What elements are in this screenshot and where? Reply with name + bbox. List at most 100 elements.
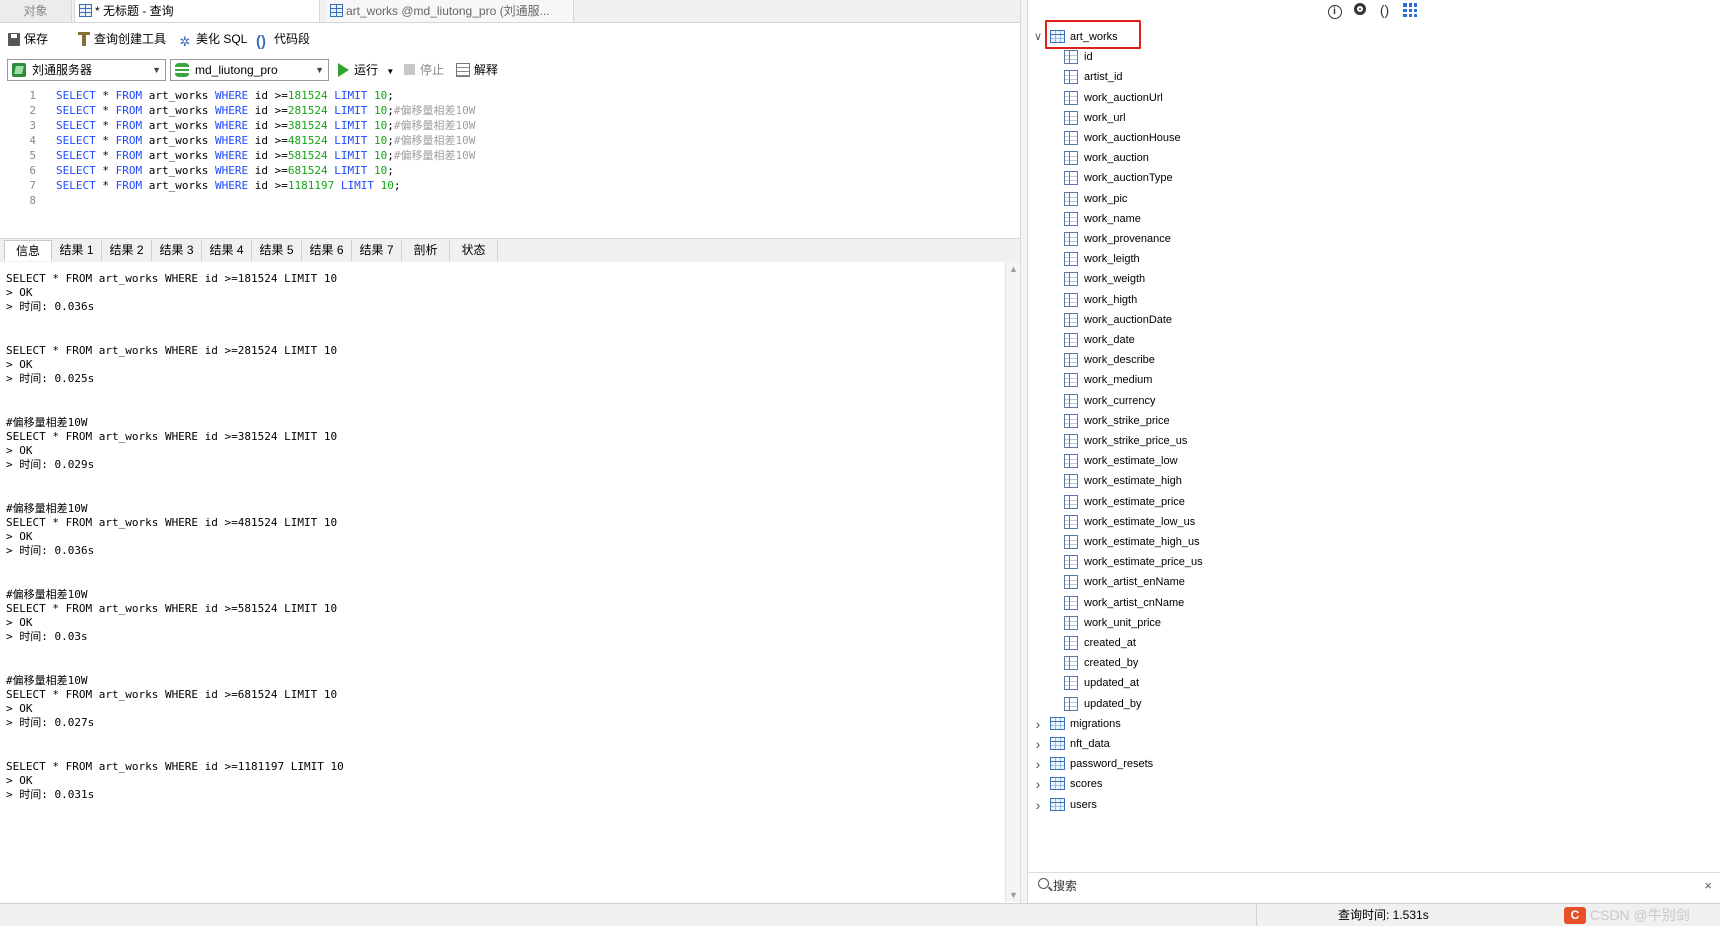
table-name: migrations [1070, 717, 1121, 730]
scroll-down-icon[interactable]: ▼ [1009, 890, 1018, 900]
tree-column-item[interactable]: work_medium [1028, 370, 1708, 390]
tree-table-item[interactable]: › users [1028, 795, 1708, 815]
tree-column-item[interactable]: updated_by [1028, 694, 1708, 714]
log-scrollbar[interactable]: ▲ ▼ [1005, 262, 1020, 902]
tree-column-item[interactable]: work_auction [1028, 148, 1708, 168]
tree-column-item[interactable]: work_estimate_price [1028, 492, 1708, 512]
tree-column-item[interactable]: work_describe [1028, 350, 1708, 370]
magic-wand-icon: ✲ [179, 34, 191, 49]
tab-result[interactable]: 状态 [450, 240, 498, 261]
tree-column-item[interactable]: work_estimate_price_us [1028, 552, 1708, 572]
tree-table-item[interactable]: › password_resets [1028, 754, 1708, 774]
tree-column-item[interactable]: id [1028, 47, 1708, 67]
tree-column-item[interactable]: work_auctionUrl [1028, 88, 1708, 108]
run-button[interactable]: 运行 ▼ [338, 59, 394, 81]
tab-result[interactable]: 剖析 [402, 240, 450, 261]
scroll-up-icon[interactable]: ▲ [1009, 264, 1018, 274]
tree-column-item[interactable]: work_strike_price [1028, 411, 1708, 431]
tree-column-item[interactable]: work_strike_price_us [1028, 431, 1708, 451]
tree-search-bar[interactable]: 搜索 × [1028, 872, 1720, 899]
log-status: > OK [6, 616, 33, 629]
tree-column-item[interactable]: work_estimate_low_us [1028, 512, 1708, 532]
close-icon[interactable]: × [1704, 873, 1712, 899]
tree-column-item[interactable]: work_higth [1028, 290, 1708, 310]
tree-column-item[interactable]: created_at [1028, 633, 1708, 653]
tree-column-item[interactable]: work_auctionType [1028, 168, 1708, 188]
tree-column-item[interactable]: work_provenance [1028, 229, 1708, 249]
chevron-right-icon[interactable]: › [1033, 714, 1043, 734]
tab-result[interactable]: 结果 3 [152, 240, 202, 261]
tab-result[interactable]: 结果 7 [352, 240, 402, 261]
tab-objects[interactable]: 对象 [0, 0, 72, 22]
tree-column-item[interactable]: artist_id [1028, 67, 1708, 87]
tab-info[interactable]: 信息 [4, 240, 52, 261]
column-icon [1064, 50, 1078, 65]
tab-table-design[interactable]: art_works @md_liutong_pro (刘通服... [326, 0, 574, 22]
line-number: 1 [29, 89, 36, 102]
grid-icon[interactable] [1402, 3, 1417, 18]
tab-result[interactable]: 结果 6 [302, 240, 352, 261]
pane-splitter[interactable] [1020, 0, 1028, 905]
tree-column-item[interactable]: work_estimate_high [1028, 471, 1708, 491]
column-name: work_url [1084, 111, 1126, 124]
tree-column-item[interactable]: work_currency [1028, 391, 1708, 411]
table-name: users [1070, 798, 1097, 811]
tree-column-item[interactable]: work_pic [1028, 189, 1708, 209]
connection-select[interactable]: 刘通服务器 ▼ [7, 59, 166, 81]
tree-column-item[interactable]: created_by [1028, 653, 1708, 673]
log-status: > OK [6, 444, 33, 457]
beautify-sql-button[interactable]: ✲ 美化 SQL [178, 28, 248, 50]
query-toolbar: 保存 查询创建工具 ✲ 美化 SQL () 代码段 [0, 28, 1020, 54]
column-icon [1064, 514, 1078, 529]
stop-button[interactable]: 停止 [404, 59, 444, 81]
tree-column-item[interactable]: work_unit_price [1028, 613, 1708, 633]
tree-column-item[interactable]: work_leigth [1028, 249, 1708, 269]
tab-query[interactable]: * 无标题 - 查询 [74, 0, 320, 22]
tree-column-item[interactable]: work_url [1028, 108, 1708, 128]
tree-column-item[interactable]: work_artist_enName [1028, 572, 1708, 592]
chevron-right-icon[interactable]: › [1033, 774, 1043, 794]
tree-column-item[interactable]: work_name [1028, 209, 1708, 229]
tree-column-item[interactable]: work_auctionDate [1028, 310, 1708, 330]
explain-button[interactable]: 解释 [456, 59, 498, 81]
column-name: work_leigth [1084, 253, 1140, 266]
tree-column-item[interactable]: work_weigth [1028, 269, 1708, 289]
chevron-down-icon[interactable]: ▼ [386, 67, 394, 76]
code-snippet-button[interactable]: () 代码段 [256, 28, 310, 50]
column-name: created_by [1084, 657, 1139, 670]
tree-table-item[interactable]: › nft_data [1028, 734, 1708, 754]
column-name: work_currency [1084, 394, 1156, 407]
info-icon[interactable]: i [1327, 3, 1342, 19]
line-number: 3 [29, 119, 36, 132]
log-comment: #偏移量相差10W [6, 502, 88, 515]
tree-column-item[interactable]: work_estimate_high_us [1028, 532, 1708, 552]
chevron-right-icon[interactable]: › [1033, 734, 1043, 754]
save-button[interactable]: 保存 [8, 28, 48, 50]
database-icon [175, 63, 189, 77]
tab-result[interactable]: 结果 2 [102, 240, 152, 261]
chevron-right-icon[interactable]: › [1033, 754, 1043, 774]
sql-editor[interactable]: 1 SELECT * FROM art_works WHERE id >=1815… [0, 84, 1020, 234]
tab-result[interactable]: 结果 5 [252, 240, 302, 261]
parentheses-icon[interactable]: () [1377, 3, 1392, 18]
code-snippet-label: 代码段 [274, 32, 311, 46]
chevron-down-icon[interactable]: ∨ [1033, 27, 1043, 47]
database-select[interactable]: md_liutong_pro ▼ [170, 59, 329, 81]
tree-column-item[interactable]: work_auctionHouse [1028, 128, 1708, 148]
log-sql: SELECT * FROM art_works WHERE id >=58152… [6, 602, 338, 615]
tab-result[interactable]: 结果 4 [202, 240, 252, 261]
tab-result[interactable]: 结果 1 [52, 240, 102, 261]
column-name: work_auctionUrl [1084, 91, 1163, 104]
tree-column-item[interactable]: updated_at [1028, 673, 1708, 693]
tree-column-item[interactable]: work_artist_cnName [1028, 593, 1708, 613]
column-name: work_strike_price [1084, 414, 1170, 427]
chevron-right-icon[interactable]: › [1033, 795, 1043, 815]
tree-column-item[interactable]: work_estimate_low [1028, 451, 1708, 471]
tree-table-item[interactable]: › migrations [1028, 714, 1708, 734]
query-builder-button[interactable]: 查询创建工具 [78, 28, 166, 50]
tree-table-item[interactable]: › scores [1028, 774, 1708, 794]
eye-icon[interactable] [1352, 3, 1367, 18]
table-icon [1050, 716, 1065, 730]
log-status: > OK [6, 358, 33, 371]
tree-column-item[interactable]: work_date [1028, 330, 1708, 350]
